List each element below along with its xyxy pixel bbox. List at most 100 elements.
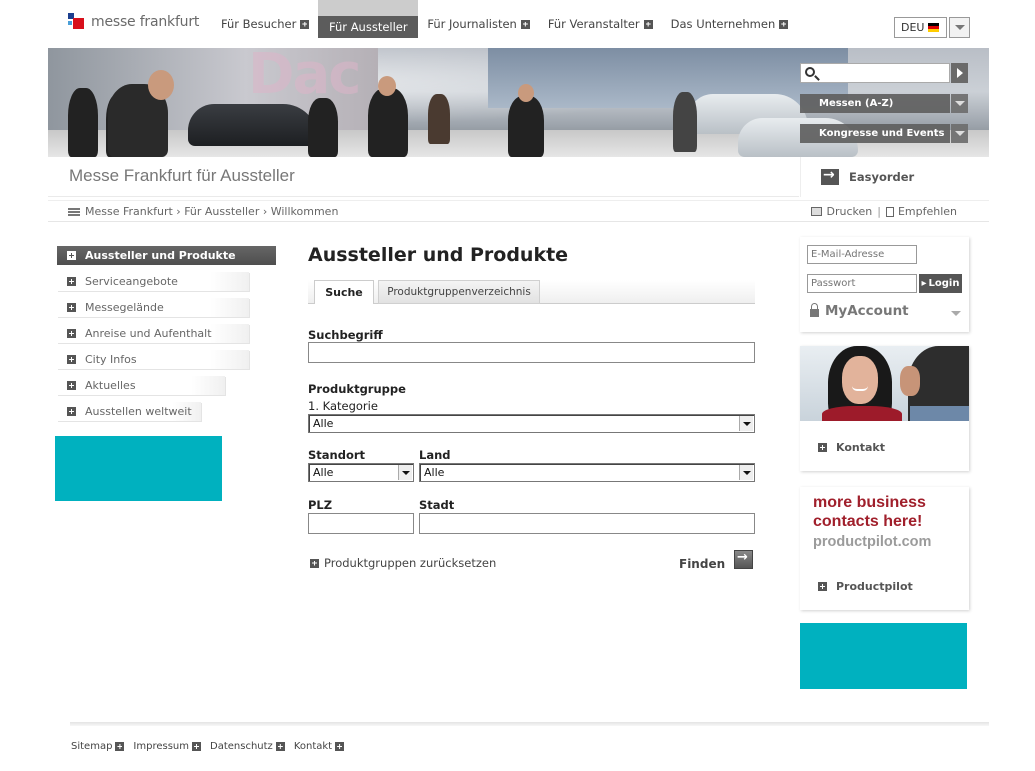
breadcrumb-bar: Messe Frankfurt › Für Aussteller › Willk… [48, 200, 989, 222]
location-select[interactable]: Alle [308, 463, 414, 482]
contact-photo [800, 346, 969, 421]
find-button[interactable] [734, 550, 753, 569]
chevron-down-icon[interactable] [951, 311, 961, 316]
plus-square-icon [275, 742, 285, 751]
logo-text: messe frankfurt [91, 14, 200, 30]
german-flag-icon [928, 23, 940, 32]
email-field[interactable] [807, 245, 917, 264]
category-value: Alle [313, 417, 334, 430]
topnav-veranstalter[interactable]: Für Veranstalter [539, 0, 662, 48]
footer-sitemap[interactable]: Sitemap [71, 741, 125, 752]
messe-frankfurt-logo[interactable]: messe frankfurt [68, 10, 199, 34]
tab-suche[interactable]: Suche [314, 280, 374, 304]
leftnav-label: Messegelände [85, 301, 164, 314]
teal-banner-left[interactable] [55, 436, 222, 501]
page-tools: Drucken | Empfehlen [811, 205, 957, 218]
plus-square-icon [520, 19, 530, 29]
productpilot-link[interactable]: Productpilot [818, 580, 913, 593]
chevron-down-icon [954, 131, 965, 136]
search-term-input[interactable] [308, 342, 755, 363]
recommend-link[interactable]: Empfehlen [898, 205, 957, 218]
fairs-select-button[interactable] [951, 94, 968, 113]
country-select[interactable]: Alle [419, 463, 755, 482]
leftnav-label: Anreise und Aufenthalt [85, 327, 212, 340]
search-submit-button[interactable] [951, 63, 968, 83]
language-value[interactable]: DEU [894, 17, 947, 38]
plus-square-icon [67, 277, 76, 286]
category-select[interactable]: Alle [308, 414, 755, 433]
congress-select-button[interactable] [951, 124, 968, 143]
location-label: Standort [308, 448, 366, 462]
leftnav-aktuelles[interactable]: Aktuelles [57, 376, 225, 395]
plus-square-icon [67, 355, 76, 364]
fairs-select[interactable]: Messen (A-Z) [800, 94, 950, 113]
chevron-down-icon [742, 470, 751, 475]
chevron-down-icon [954, 25, 965, 30]
top-navigation: Für Besucher Für Aussteller Für Journali… [212, 0, 797, 48]
congress-select[interactable]: Kongresse und Events [800, 124, 950, 143]
contact-box: Kontakt [800, 346, 969, 471]
site-search-input[interactable] [800, 63, 950, 83]
print-link[interactable]: Drucken [826, 205, 872, 218]
breadcrumb-text[interactable]: Messe Frankfurt › Für Aussteller › Willk… [85, 205, 338, 218]
language-dropdown-button[interactable] [949, 17, 970, 38]
find-label[interactable]: Finden [679, 557, 725, 571]
productpilot-box[interactable]: more business contacts here! productpilo… [800, 487, 969, 610]
topnav-aussteller[interactable]: Für Aussteller [318, 0, 419, 48]
zip-input[interactable] [308, 513, 414, 534]
leftnav-label: City Infos [85, 353, 137, 366]
topnav-label: Für Besucher [221, 17, 297, 31]
pilot-headline-1: more business [813, 494, 926, 511]
plus-square-icon [300, 19, 310, 29]
easyorder-link[interactable]: Easyorder [800, 157, 969, 197]
topnav-unternehmen[interactable]: Das Unternehmen [662, 0, 798, 48]
category-label: 1. Kategorie [308, 399, 378, 413]
easyorder-label: Easyorder [849, 170, 915, 184]
footer-impressum[interactable]: Impressum [133, 741, 202, 752]
plus-square-icon [115, 742, 125, 751]
footer-label: Sitemap [71, 741, 113, 752]
contact-link[interactable]: Kontakt [818, 441, 885, 454]
search-term-label: Suchbegriff [308, 328, 383, 342]
language-selector[interactable]: DEU [894, 17, 970, 38]
menu-icon[interactable] [68, 207, 80, 216]
leftnav-aussteller-produkte[interactable]: Aussteller und Produkte [57, 246, 276, 265]
language-code: DEU [901, 21, 925, 34]
plus-square-icon [643, 19, 653, 29]
reset-product-groups-link[interactable]: Produktgruppen zurücksetzen [310, 556, 496, 570]
footer-datenschutz[interactable]: Datenschutz [210, 741, 285, 752]
footer-divider [70, 722, 989, 726]
tab-produktgruppenverzeichnis[interactable]: Produktgruppenverzeichnis [378, 280, 540, 304]
arrow-square-icon [818, 582, 827, 591]
plus-square-icon [67, 329, 76, 338]
city-input[interactable] [419, 513, 755, 534]
left-navigation: Aussteller und Produkte Serviceangebote … [57, 246, 276, 428]
zip-label: PLZ [308, 498, 333, 512]
plus-square-icon [67, 407, 76, 416]
topnav-journalisten[interactable]: Für Journalisten [418, 0, 539, 48]
arrow-right-icon [821, 167, 839, 185]
topnav-label: Für Veranstalter [547, 17, 640, 31]
topnav-besucher[interactable]: Für Besucher [212, 0, 318, 48]
print-icon [811, 207, 823, 216]
password-field[interactable] [807, 274, 917, 293]
myaccount-link[interactable]: MyAccount [810, 303, 909, 319]
leftnav-serviceangebote[interactable]: Serviceangebote [57, 272, 249, 291]
reset-label: Produktgruppen zurücksetzen [324, 556, 497, 570]
leftnav-anreise[interactable]: Anreise und Aufenthalt [57, 324, 249, 343]
congress-select-label: Kongresse und Events [819, 128, 945, 139]
footer-kontakt[interactable]: Kontakt [294, 741, 345, 752]
leftnav-weltweit[interactable]: Ausstellen weltweit [57, 402, 201, 421]
footer-label: Datenschutz [210, 741, 273, 752]
login-box: ▸Login MyAccount [800, 237, 969, 332]
leftnav-messegelaende[interactable]: Messegelände [57, 298, 249, 317]
chevron-down-icon [954, 101, 965, 106]
topnav-label: Das Unternehmen [670, 17, 776, 31]
fairs-select-label: Messen (A-Z) [819, 98, 894, 109]
chevron-down-icon [401, 470, 410, 475]
plus-square-icon [67, 381, 76, 390]
login-button[interactable]: ▸ Login [919, 274, 962, 293]
teal-banner-right[interactable] [800, 623, 967, 689]
search-tabs: Suche Produktgruppenverzeichnis [308, 280, 755, 304]
leftnav-city-infos[interactable]: City Infos [57, 350, 249, 369]
